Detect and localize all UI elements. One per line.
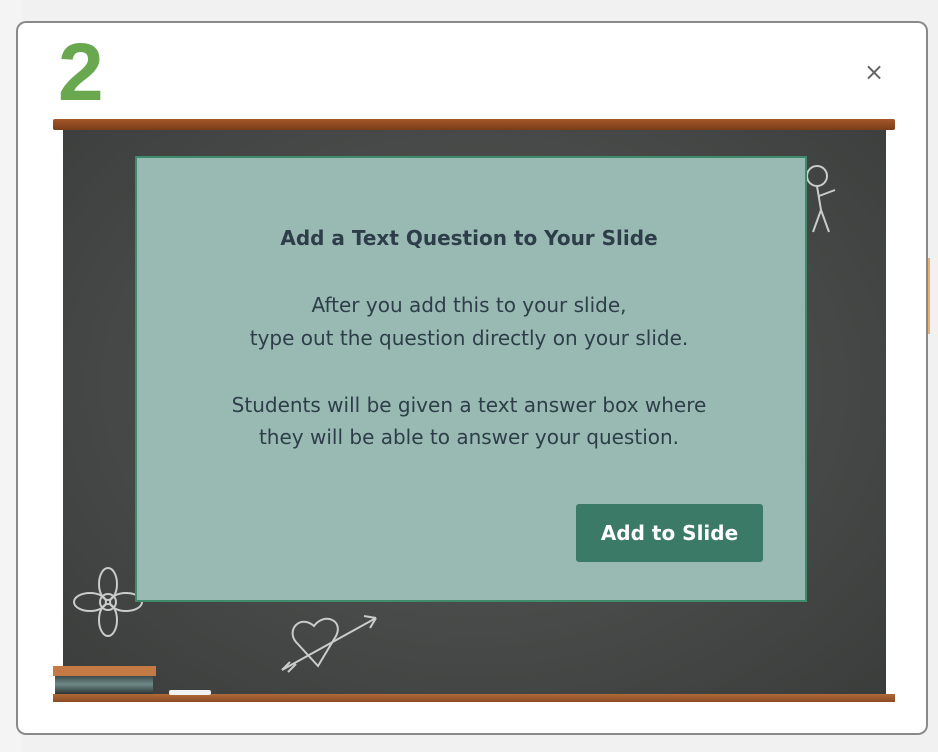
dialog-text-line-2: type out the question directly on your s… <box>249 326 689 350</box>
dialog-title: Add a Text Question to Your Slide <box>280 226 658 250</box>
chalkboard-frame-top <box>53 119 895 130</box>
eraser <box>55 676 153 694</box>
dialog-text-line-3: Students will be given a text answer box… <box>231 393 707 417</box>
dialog-text-line-1: After you add this to your slide, <box>311 293 627 317</box>
chalkboard-frame-bottom <box>53 694 895 702</box>
step-number: 2 <box>58 27 104 118</box>
dialog-text-line-4: they will be able to answer your questio… <box>258 425 680 449</box>
chalkboard-ledge <box>53 666 156 676</box>
close-icon[interactable]: × <box>860 58 888 86</box>
chalk-stick <box>169 690 211 695</box>
heart-arrow-doodle-icon <box>281 615 377 673</box>
add-to-slide-button[interactable]: Add to Slide <box>576 504 763 562</box>
stick-figure-doodle-icon <box>806 165 836 233</box>
